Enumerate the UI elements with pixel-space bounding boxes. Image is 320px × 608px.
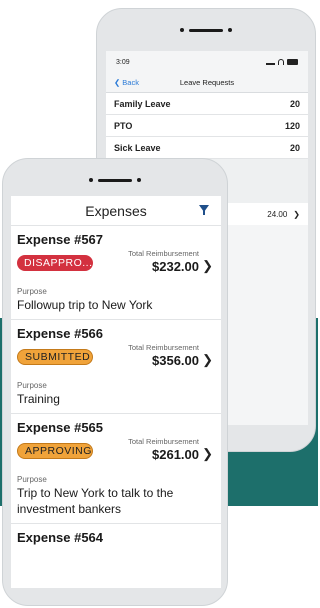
expenses-header: Expenses — [11, 196, 221, 226]
leave-type-label: Family Leave — [114, 98, 171, 109]
back-button-label: Back — [122, 78, 139, 87]
purpose-label: Purpose — [17, 381, 47, 390]
phone-speaker — [171, 27, 241, 33]
status-badge: DISAPPRO... — [17, 255, 93, 271]
expenses-screen: Expenses Expense #567 DISAPPRO... Total … — [11, 196, 221, 588]
leave-value: 20 — [289, 98, 300, 109]
leave-value: 20 — [289, 142, 300, 153]
purpose-text: Followup trip to New York — [17, 298, 153, 312]
expense-title: Expense #565 — [17, 420, 104, 435]
page-title: Expenses — [85, 202, 147, 219]
leave-value: 120 — [284, 120, 300, 131]
reimbursement-amount: $356.00 — [152, 353, 199, 368]
status-badge: APPROVING — [17, 443, 93, 459]
status-time: 3:09 — [116, 58, 130, 66]
chevron-right-icon: ❯ — [202, 258, 213, 273]
reimbursement-label: Total Reimbursement — [128, 343, 199, 352]
front-phone-frame: Expenses Expense #567 DISAPPRO... Total … — [2, 158, 228, 606]
chevron-right-icon: ❯ — [293, 209, 300, 219]
phone-speaker — [80, 177, 150, 183]
nav-bar: ❮ Back Leave Requests — [106, 73, 308, 93]
expense-title: Expense #567 — [17, 232, 104, 247]
expense-row[interactable]: Expense #565 APPROVING Total Reimburseme… — [11, 414, 221, 524]
wifi-icon — [278, 59, 284, 65]
chevron-right-icon: ❯ — [202, 446, 213, 461]
back-button[interactable]: ❮ Back — [114, 78, 139, 87]
purpose-label: Purpose — [17, 287, 47, 296]
reimbursement-amount: $261.00 — [152, 447, 199, 462]
expense-row[interactable]: Expense #566 SUBMITTED Total Reimburseme… — [11, 320, 221, 414]
reimbursement-amount: $232.00 — [152, 259, 199, 274]
reimbursement-label: Total Reimbursement — [128, 249, 199, 258]
expense-title: Expense #566 — [17, 326, 104, 341]
purpose-label: Purpose — [17, 475, 47, 484]
leave-row-pto[interactable]: PTO 120 — [106, 115, 308, 137]
purpose-text: Training — [17, 392, 60, 406]
reimbursement-label: Total Reimbursement — [128, 437, 199, 446]
leave-type-label: Sick Leave — [114, 142, 161, 153]
leave-row-family[interactable]: Family Leave 20 — [106, 93, 308, 115]
filter-icon[interactable] — [199, 205, 209, 215]
purpose-text: Trip to New York to talk to the investme… — [17, 486, 174, 516]
leave-row-sick[interactable]: Sick Leave 20 — [106, 137, 308, 159]
status-badge: SUBMITTED — [17, 349, 93, 365]
expense-title: Expense #564 — [17, 530, 104, 545]
battery-icon — [287, 59, 298, 65]
partial-amount: 24.00 — [267, 209, 288, 219]
leave-type-label: PTO — [114, 120, 133, 131]
status-icons — [266, 59, 298, 65]
signal-icon — [266, 59, 275, 65]
status-bar: 3:09 — [106, 51, 308, 73]
chevron-right-icon: ❯ — [202, 352, 213, 367]
chevron-left-icon: ❮ — [114, 78, 121, 87]
expense-row[interactable]: Expense #564 — [11, 524, 221, 551]
expense-row[interactable]: Expense #567 DISAPPRO... Total Reimburse… — [11, 226, 221, 320]
